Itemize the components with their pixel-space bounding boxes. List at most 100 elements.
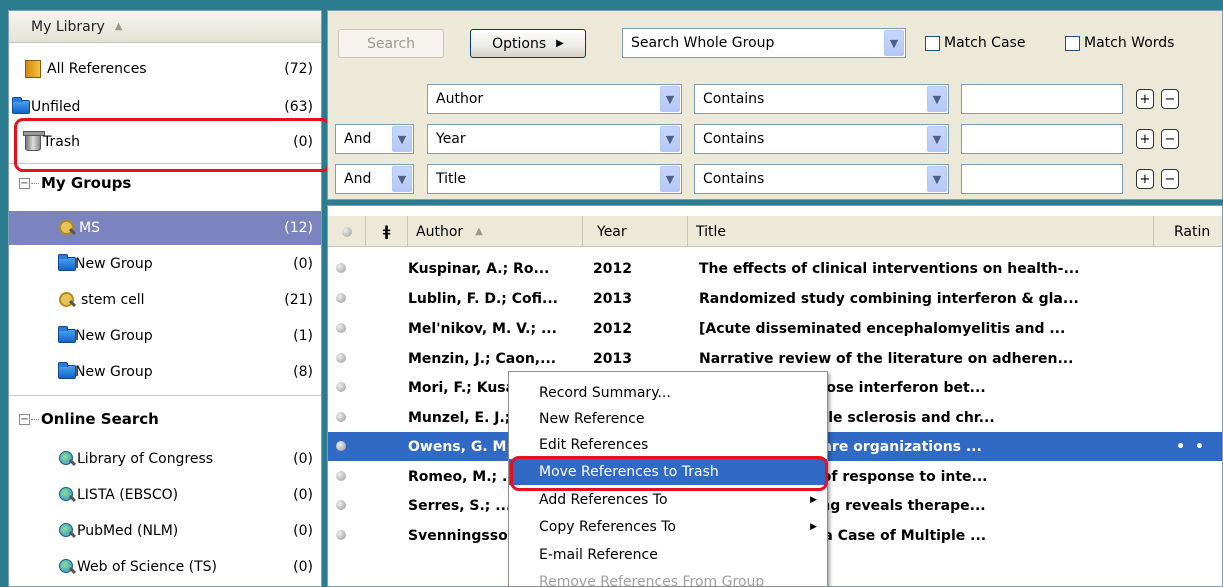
- globe-search-icon: [57, 558, 77, 576]
- my-library-label: My Library: [31, 18, 105, 35]
- menu-item-new-reference[interactable]: New Reference: [509, 406, 827, 432]
- menu-item-add-references-to[interactable]: Add References To ▶: [509, 487, 827, 513]
- rating-dots: ••: [1176, 438, 1214, 455]
- field-select[interactable]: Year ▼: [427, 124, 682, 154]
- unread-dot-icon: [336, 440, 346, 451]
- status-dot-icon: [341, 226, 352, 237]
- search-term-input[interactable]: [961, 164, 1123, 194]
- unread-dot-icon: [336, 470, 346, 481]
- chevron-down-icon: ▼: [927, 166, 947, 192]
- group-item-ms[interactable]: MS (12): [9, 211, 321, 245]
- globe-search-icon: [57, 522, 77, 540]
- menu-item-email-reference[interactable]: E-mail Reference: [509, 542, 827, 568]
- remove-row-button[interactable]: −: [1161, 89, 1179, 109]
- chevron-down-icon: ▼: [660, 126, 680, 152]
- search-button[interactable]: Search: [338, 29, 444, 58]
- add-row-button[interactable]: +: [1136, 129, 1154, 149]
- table-row[interactable]: Mel'nikov, M. V.; ... 2012 [Acute dissem…: [328, 314, 1222, 343]
- table-row[interactable]: Kuspinar, A.; Ro... 2012 The effects of …: [328, 254, 1222, 283]
- search-scope-select[interactable]: Search Whole Group ▼: [622, 28, 906, 58]
- options-label: Options: [492, 35, 547, 52]
- add-row-button[interactable]: +: [1136, 89, 1154, 109]
- boolean-select[interactable]: And ▼: [335, 124, 414, 154]
- library-item-unfiled[interactable]: Unfiled (63): [9, 90, 321, 124]
- chevron-down-icon: ▼: [884, 30, 904, 56]
- library-item-trash[interactable]: Trash (0): [9, 125, 321, 159]
- field-select[interactable]: Title ▼: [427, 164, 682, 194]
- submenu-arrow-icon: ▶: [810, 522, 817, 532]
- operator-select[interactable]: Contains ▼: [694, 164, 949, 194]
- divider: [9, 395, 321, 396]
- book-icon: [23, 60, 43, 78]
- online-item-pubmed[interactable]: PubMed (NLM) (0): [9, 514, 321, 548]
- options-button[interactable]: Options ▶: [470, 29, 586, 58]
- sort-up-icon: ▲: [475, 226, 483, 237]
- online-search-header[interactable]: − Online Search: [9, 404, 321, 434]
- library-pane: My Library ▲ All References (72) Unfiled…: [8, 10, 322, 587]
- unread-dot-icon: [336, 262, 346, 273]
- folder-icon: [11, 97, 31, 116]
- unread-dot-icon: [336, 529, 346, 540]
- online-item-lista[interactable]: LISTA (EBSCO) (0): [9, 478, 321, 512]
- operator-select[interactable]: Contains ▼: [694, 124, 949, 154]
- attachment-column[interactable]: ǂ: [366, 216, 408, 247]
- table-row[interactable]: Menzin, J.; Caon,... 2013 Narrative revi…: [328, 344, 1222, 373]
- menu-item-record-summary[interactable]: Record Summary...: [509, 380, 827, 406]
- search-panel: Search Options ▶ Search Whole Group ▼ Ma…: [327, 10, 1223, 200]
- divider: [9, 163, 321, 164]
- context-menu: Record Summary... New Reference Edit Ref…: [508, 371, 828, 587]
- smart-group-icon: [57, 291, 77, 309]
- menu-item-remove-from-group: Remove References From Group: [539, 574, 765, 587]
- group-item-new-group[interactable]: New Group (1): [9, 319, 321, 353]
- menu-item-move-to-trash[interactable]: Move References to Trash: [509, 459, 827, 485]
- chevron-down-icon: ▼: [660, 166, 680, 192]
- chevron-down-icon: ▼: [927, 126, 947, 152]
- collapse-icon[interactable]: −: [19, 413, 30, 425]
- folder-icon: [57, 362, 77, 381]
- boolean-select[interactable]: And ▼: [335, 164, 414, 194]
- menu-item-copy-references-to[interactable]: Copy References To ▶: [509, 514, 827, 540]
- paperclip-icon: ǂ: [382, 223, 391, 240]
- author-column-header[interactable]: Author ▲: [408, 216, 583, 247]
- unread-dot-icon: [336, 352, 346, 363]
- smart-group-icon: [57, 219, 77, 237]
- year-column-header[interactable]: Year: [583, 216, 688, 247]
- read-status-column[interactable]: [328, 216, 366, 247]
- add-row-button[interactable]: +: [1136, 169, 1154, 189]
- unread-dot-icon: [336, 292, 346, 303]
- globe-search-icon: [57, 486, 77, 504]
- group-item-new-group[interactable]: New Group (8): [9, 355, 321, 389]
- field-select[interactable]: Author ▼: [427, 84, 682, 114]
- table-header: ǂ Author ▲ Year Title Ratin: [328, 216, 1222, 247]
- chevron-down-icon: ▼: [392, 166, 412, 192]
- group-item-new-group[interactable]: New Group (0): [9, 247, 321, 281]
- right-arrow-icon: ▶: [556, 38, 564, 49]
- folder-icon: [57, 254, 77, 273]
- online-item-web-of-science[interactable]: Web of Science (TS) (0): [9, 550, 321, 584]
- match-words-checkbox[interactable]: Match Words: [1065, 35, 1174, 51]
- operator-select[interactable]: Contains ▼: [694, 84, 949, 114]
- search-term-input[interactable]: [961, 124, 1123, 154]
- title-column-header[interactable]: Title: [688, 216, 1154, 247]
- chevron-down-icon: ▼: [392, 126, 412, 152]
- table-row[interactable]: Lublin, F. D.; Cofi... 2013 Randomized s…: [328, 284, 1222, 313]
- my-library-header[interactable]: My Library ▲: [9, 11, 321, 43]
- menu-item-edit-references[interactable]: Edit References: [509, 432, 827, 458]
- remove-row-button[interactable]: −: [1161, 129, 1179, 149]
- submenu-arrow-icon: ▶: [810, 495, 817, 505]
- globe-search-icon: [57, 450, 77, 468]
- group-item-stem-cell[interactable]: stem cell (21): [9, 283, 321, 317]
- folder-icon: [57, 326, 77, 345]
- remove-row-button[interactable]: −: [1161, 169, 1179, 189]
- match-case-checkbox[interactable]: Match Case: [925, 35, 1025, 51]
- online-item-library-of-congress[interactable]: Library of Congress (0): [9, 442, 321, 476]
- unread-dot-icon: [336, 381, 346, 392]
- chevron-down-icon: ▼: [660, 86, 680, 112]
- unread-dot-icon: [336, 411, 346, 422]
- rating-column-header[interactable]: Ratin: [1154, 216, 1222, 247]
- trash-icon: [23, 131, 45, 151]
- my-groups-header[interactable]: − My Groups: [9, 168, 321, 198]
- collapse-icon[interactable]: −: [19, 177, 30, 189]
- search-term-input[interactable]: [961, 84, 1123, 114]
- library-item-all-references[interactable]: All References (72): [9, 52, 321, 86]
